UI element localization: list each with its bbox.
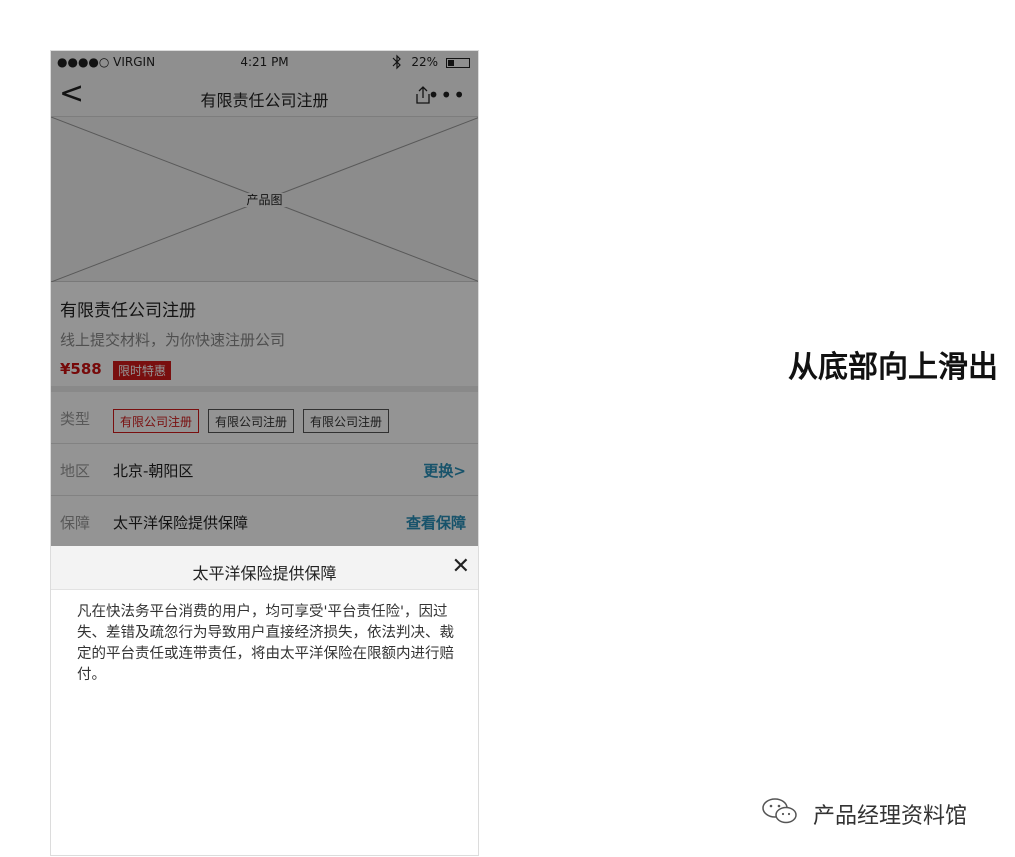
phone-screen: ●●●●○ VIRGIN 4:21 PM 22% < 有限责任公司注册 ••• …	[50, 50, 479, 856]
close-icon[interactable]: ✕	[452, 554, 470, 579]
sheet-body-text: 凡在快法务平台消费的用户，均可享受'平台责任险'，因过失、差错及疏忽行为导致用户…	[77, 604, 454, 683]
dim-overlay[interactable]	[51, 51, 478, 546]
sheet-header: 太平洋保险提供保障 ✕	[51, 546, 478, 590]
annotation-caption: 从底部向上滑出	[788, 350, 998, 385]
watermark: 产品经理资料馆	[760, 796, 967, 832]
bottom-sheet: 太平洋保险提供保障 ✕ 凡在快法务平台消费的用户，均可享受'平台责任险'，因过失…	[51, 546, 478, 855]
wechat-icon	[760, 796, 800, 832]
watermark-text: 产品经理资料馆	[813, 804, 968, 829]
sheet-title: 太平洋保险提供保障	[192, 564, 337, 583]
